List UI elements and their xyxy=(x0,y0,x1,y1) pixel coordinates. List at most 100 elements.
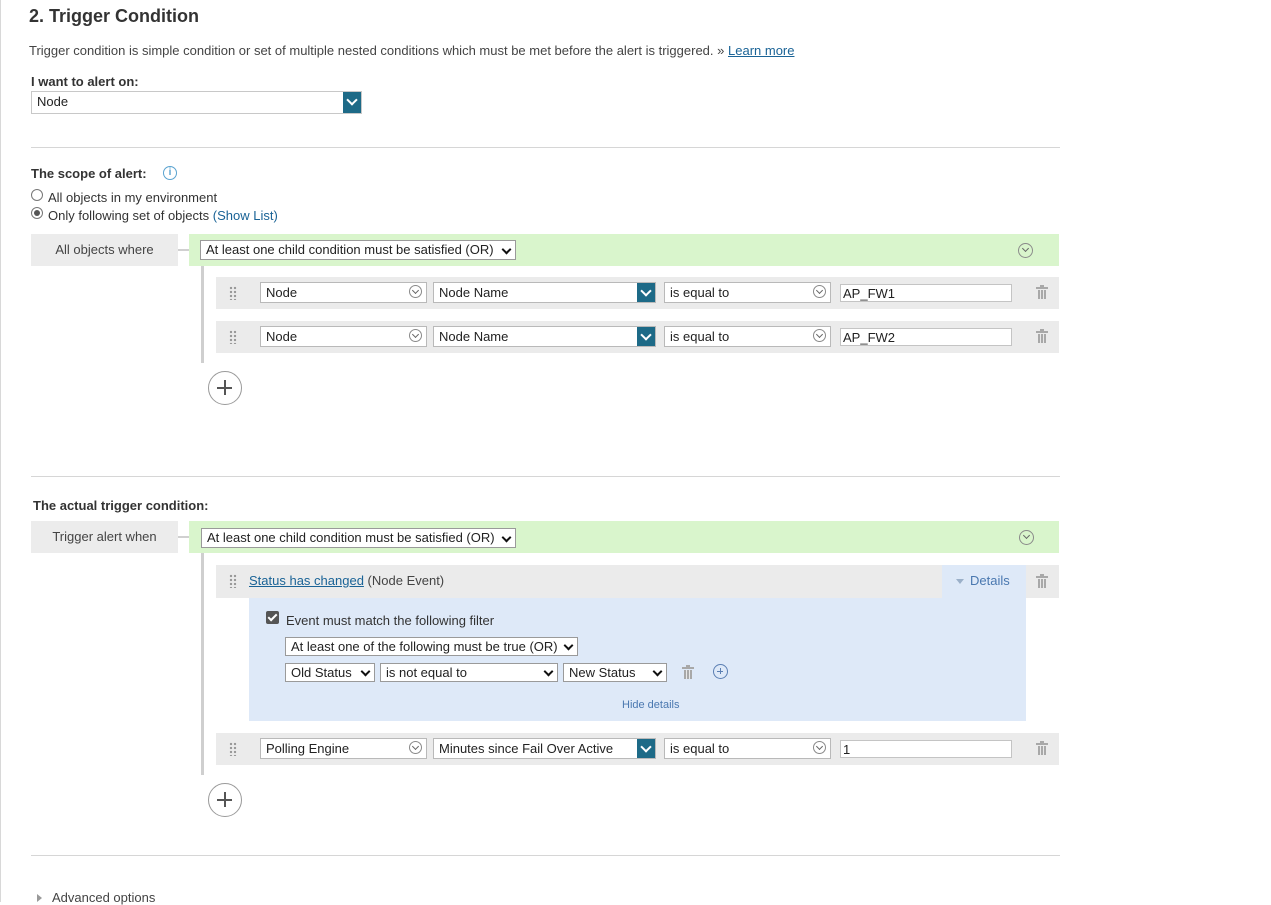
filter-comparison-value: is not equal to xyxy=(386,665,467,680)
section-description: Trigger condition is simple condition or… xyxy=(29,43,794,58)
radio-following-objects[interactable] xyxy=(31,207,43,219)
collapse-group-icon[interactable] xyxy=(1019,530,1034,545)
scope-condition-row-2: Node Node Name is equal to AP_FW2 xyxy=(216,321,1059,353)
chevron-down-icon xyxy=(409,741,422,754)
trigger-label: The actual trigger condition: xyxy=(33,498,209,513)
drag-handle-icon[interactable] xyxy=(229,330,237,344)
filter-operator-value: At least one of the following must be tr… xyxy=(291,639,558,654)
details-toggle[interactable]: Details xyxy=(942,565,1026,598)
divider xyxy=(31,476,1060,477)
filter-operator-select[interactable]: At least one of the following must be tr… xyxy=(285,637,578,656)
operator-select[interactable]: is equal to xyxy=(664,738,831,759)
operator-select[interactable]: is equal to xyxy=(664,326,831,347)
scope-condition-row-1: Node Node Name is equal to AP_FW1 xyxy=(216,277,1059,309)
drag-handle-icon[interactable] xyxy=(229,286,237,300)
object-select[interactable]: Node xyxy=(260,282,427,303)
chevron-down-icon xyxy=(637,327,655,346)
value-input[interactable]: AP_FW1 xyxy=(840,284,1012,302)
filter-comparison-select[interactable]: is not equal to xyxy=(380,663,558,682)
caret-right-icon xyxy=(37,894,42,902)
radio-all-objects[interactable] xyxy=(31,189,43,201)
learn-more-link[interactable]: Learn more xyxy=(728,43,794,58)
hide-details-link[interactable]: Hide details xyxy=(622,699,679,711)
description-text: Trigger condition is simple condition or… xyxy=(29,43,725,58)
trigger-group-operator-value: At least one child condition must be sat… xyxy=(207,530,495,545)
radio-following-objects-text: Only following set of objects xyxy=(48,208,210,223)
caret-down-icon xyxy=(956,579,964,584)
chevron-down-icon xyxy=(343,92,361,113)
chevron-down-icon xyxy=(813,329,826,342)
details-label: Details xyxy=(970,573,1010,588)
chevron-down-icon xyxy=(637,739,655,758)
filter-checkbox-label: Event must match the following filter xyxy=(286,613,495,628)
object-value: Node xyxy=(266,285,298,300)
chevron-down-icon xyxy=(563,640,574,651)
object-value: Node xyxy=(266,329,298,344)
object-select[interactable]: Node xyxy=(260,326,427,347)
filter-value-select[interactable]: New Status xyxy=(563,663,667,682)
show-list-link[interactable]: (Show List) xyxy=(213,208,278,223)
radio-all-objects-label: All objects in my environment xyxy=(48,190,218,205)
trash-icon[interactable] xyxy=(1036,329,1048,343)
scope-group-label: All objects where xyxy=(31,234,178,266)
trigger-group-label: Trigger alert when xyxy=(31,521,178,553)
chevron-down-icon xyxy=(501,244,512,255)
divider xyxy=(31,855,1060,856)
chevron-down-icon xyxy=(409,285,422,298)
trash-icon[interactable] xyxy=(1036,574,1048,588)
info-icon[interactable]: i xyxy=(163,166,177,180)
chevron-down-icon xyxy=(637,283,655,302)
scope-group-operator-value: At least one child condition must be sat… xyxy=(206,242,494,257)
scope-label: The scope of alert: xyxy=(31,166,147,181)
trash-icon[interactable] xyxy=(1036,741,1048,755)
status-changed-link[interactable]: Status has changed xyxy=(249,573,364,588)
operator-value: is equal to xyxy=(670,285,730,300)
property-value: Minutes since Fail Over Active xyxy=(439,741,614,756)
value-input[interactable]: AP_FW2 xyxy=(840,328,1012,346)
operator-value: is equal to xyxy=(670,329,730,344)
filter-field-value: Old Status xyxy=(291,665,352,680)
operator-value: is equal to xyxy=(670,741,730,756)
drag-handle-icon[interactable] xyxy=(229,742,237,756)
radio-following-objects-label: Only following set of objects (Show List… xyxy=(48,208,278,223)
chevron-down-icon xyxy=(652,666,663,677)
trash-icon[interactable] xyxy=(1036,285,1048,299)
object-value: Polling Engine xyxy=(266,741,350,756)
tree-line xyxy=(201,266,204,363)
alert-on-value: Node xyxy=(37,94,69,109)
filter-value-value: New Status xyxy=(569,665,636,680)
collapse-group-icon[interactable] xyxy=(1018,243,1033,258)
value-input[interactable]: 1 xyxy=(840,740,1012,758)
page-left-border xyxy=(0,0,1,902)
operator-select[interactable]: is equal to xyxy=(664,282,831,303)
trash-icon[interactable] xyxy=(682,665,694,679)
add-condition-button[interactable] xyxy=(208,783,242,817)
property-select[interactable]: Node Name xyxy=(433,326,656,347)
event-title: Status has changed (Node Event) xyxy=(249,573,444,588)
chevron-down-icon xyxy=(543,666,554,677)
property-value: Node Name xyxy=(439,285,509,300)
chevron-down-icon xyxy=(813,741,826,754)
connector xyxy=(178,536,189,538)
filter-field-select[interactable]: Old Status xyxy=(285,663,375,682)
section-title: 2. Trigger Condition xyxy=(29,6,199,26)
drag-handle-icon[interactable] xyxy=(229,574,237,588)
chevron-down-icon xyxy=(409,329,422,342)
trigger-group-operator-select[interactable]: At least one child condition must be sat… xyxy=(201,528,516,548)
trigger-condition-row: Polling Engine Minutes since Fail Over A… xyxy=(216,733,1059,765)
scope-group-operator-select[interactable]: At least one child condition must be sat… xyxy=(200,240,516,260)
property-select[interactable]: Node Name xyxy=(433,282,656,303)
tree-line xyxy=(201,553,204,775)
alert-on-select[interactable]: Node xyxy=(31,91,362,114)
event-type: (Node Event) xyxy=(367,573,445,588)
advanced-options-toggle[interactable]: Advanced options xyxy=(52,890,155,905)
property-select[interactable]: Minutes since Fail Over Active xyxy=(433,738,656,759)
chevron-down-icon xyxy=(813,285,826,298)
filter-checkbox[interactable] xyxy=(266,611,279,624)
chevron-down-icon xyxy=(360,666,371,677)
add-condition-button[interactable] xyxy=(208,371,242,405)
object-select[interactable]: Polling Engine xyxy=(260,738,427,759)
alert-on-label: I want to alert on: xyxy=(31,74,139,89)
connector xyxy=(178,249,189,251)
add-filter-icon[interactable] xyxy=(713,664,728,679)
